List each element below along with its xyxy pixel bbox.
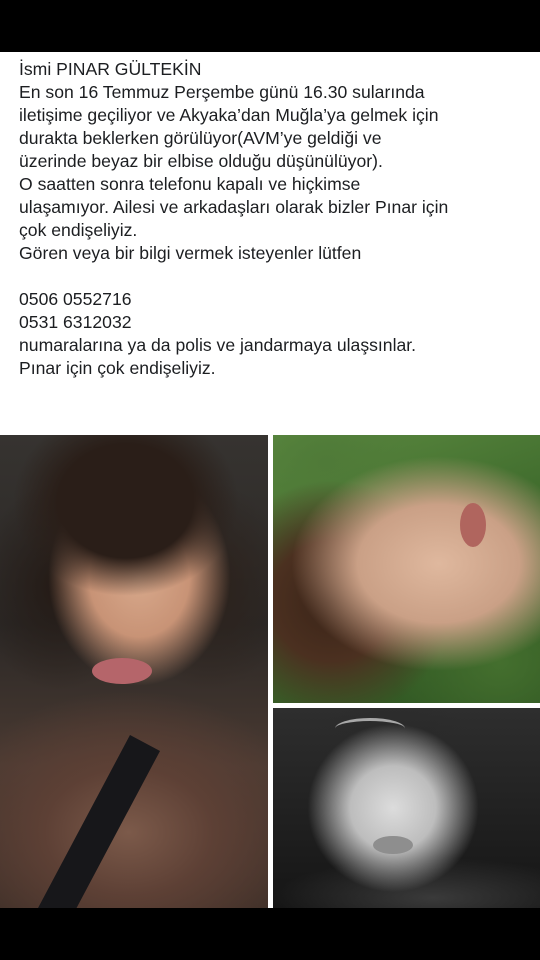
post-line-blank bbox=[19, 265, 534, 288]
post-line: üzerinde beyaz bir elbise olduğu düşünül… bbox=[19, 151, 383, 171]
photo-grid bbox=[0, 435, 540, 908]
post-line-last-seen: En son 16 Temmuz Perşembe günü 16.30 sul… bbox=[19, 82, 425, 102]
post-line-name: İsmi PINAR GÜLTEKİN bbox=[19, 59, 202, 79]
lips-shape bbox=[92, 658, 152, 684]
post-line: durakta beklerken görülüyor(AVM’ye geldi… bbox=[19, 128, 382, 148]
post-line: O saatten sonra telefonu kapalı ve hiçki… bbox=[19, 174, 361, 194]
post-line: çok endişeliyiz. bbox=[19, 220, 138, 240]
lips-shape bbox=[460, 503, 486, 547]
post-line: ulaşamıyor. Ailesi ve arkadaşları olarak… bbox=[19, 197, 449, 217]
photo-portrait-selfie[interactable] bbox=[0, 435, 268, 908]
post-line: numaralarına ya da polis ve jandarmaya u… bbox=[19, 335, 417, 355]
headpiece-shape bbox=[335, 718, 405, 739]
post-line: Gören veya bir bilgi vermek isteyenler l… bbox=[19, 243, 362, 263]
photo-portrait-bw[interactable] bbox=[273, 708, 540, 908]
post-line: iletişime geçiliyor ve Akyaka’dan Muğla’… bbox=[19, 105, 439, 125]
lips-shape bbox=[373, 836, 413, 854]
post-text: İsmi PINAR GÜLTEKİN En son 16 Temmuz Per… bbox=[19, 58, 534, 380]
phone-number-1[interactable]: 0506 0552716 bbox=[19, 288, 534, 311]
photo-portrait-grass[interactable] bbox=[273, 435, 540, 703]
post-card: İsmi PINAR GÜLTEKİN En son 16 Temmuz Per… bbox=[0, 52, 540, 908]
post-line: Pınar için çok endişeliyiz. bbox=[19, 358, 216, 378]
seatbelt-shape bbox=[17, 735, 161, 908]
phone-number-2[interactable]: 0531 6312032 bbox=[19, 311, 534, 334]
